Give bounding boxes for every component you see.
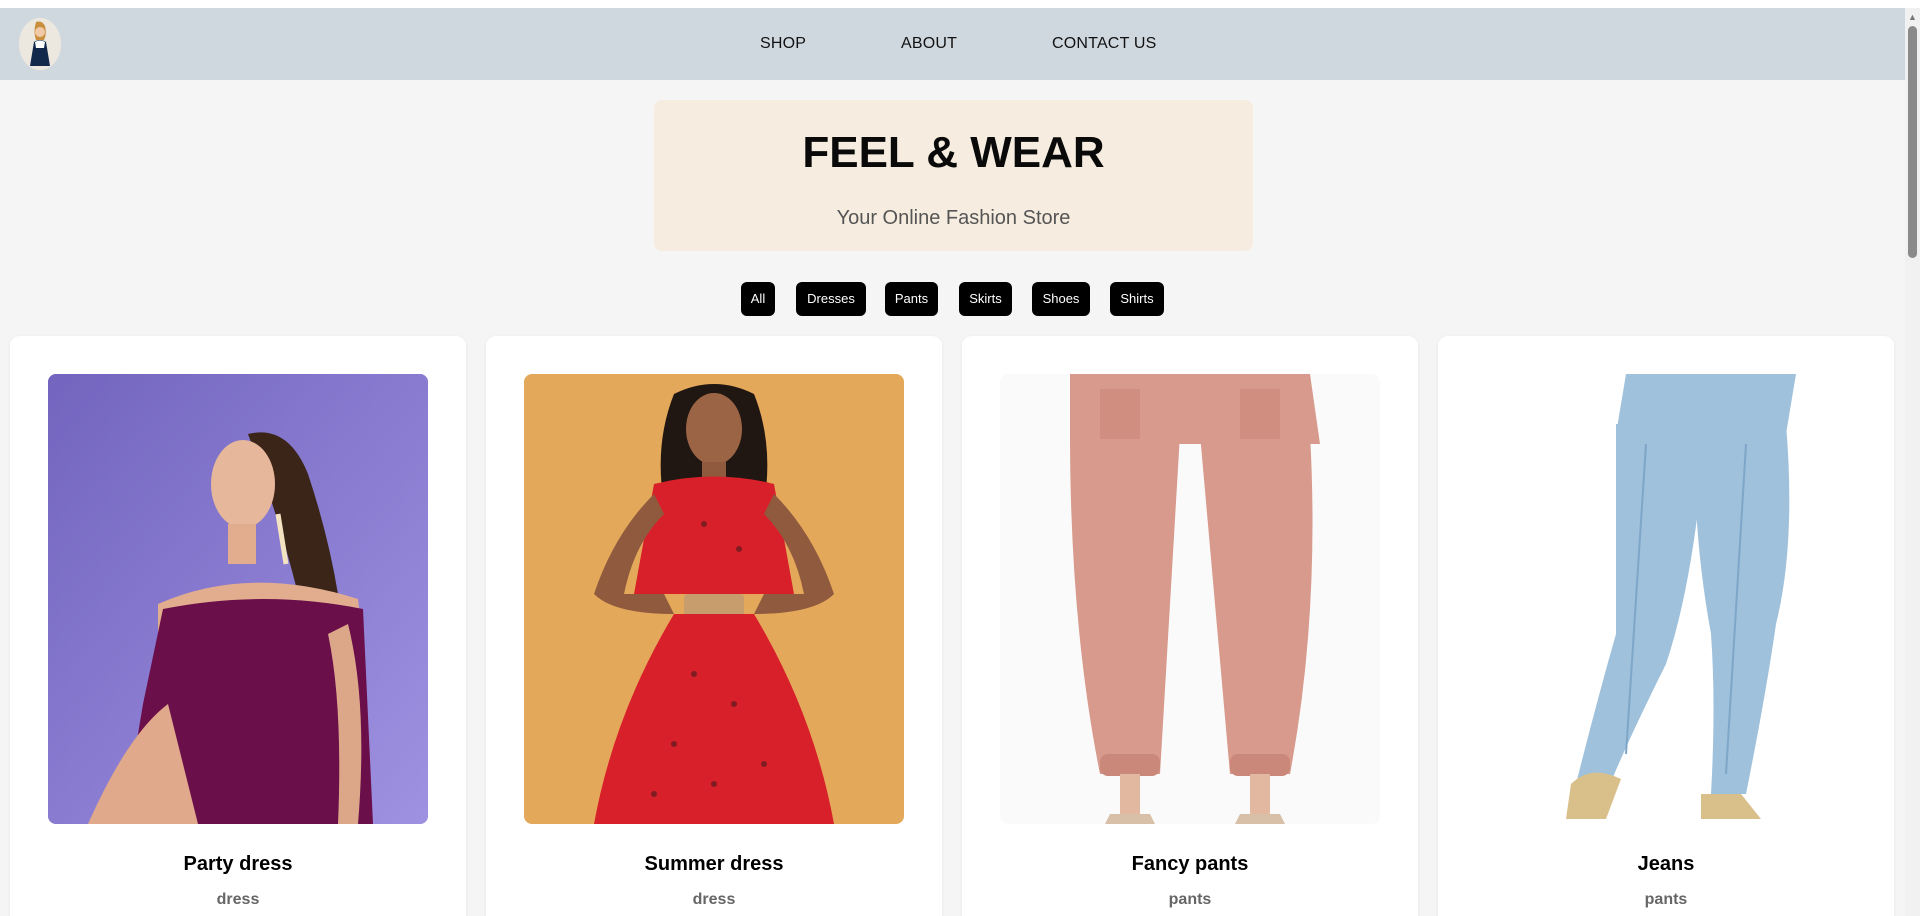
product-name: Fancy pants <box>1131 853 1249 875</box>
product-name: Jeans <box>1637 853 1695 875</box>
product-category: pants <box>1644 891 1688 908</box>
product-image[interactable] <box>1000 374 1380 824</box>
product-card-party-dress[interactable]: Party dress dress <box>10 336 466 916</box>
summer-dress-photo <box>524 374 904 824</box>
product-card-summer-dress[interactable]: Summer dress dress <box>486 336 942 916</box>
hero-title: FEEL & WEAR <box>802 128 1105 177</box>
product-category: dress <box>216 891 260 908</box>
jeans-photo <box>1476 374 1856 824</box>
page-scrollbar[interactable]: ▲ <box>1905 8 1920 916</box>
scroll-thumb[interactable] <box>1908 26 1917 258</box>
nav-link-about[interactable]: ABOUT <box>901 35 957 53</box>
product-card-fancy-pants[interactable]: Fancy pants pants <box>962 336 1418 916</box>
hero-subtitle: Your Online Fashion Store <box>836 207 1071 229</box>
logo-figure-icon <box>19 18 61 70</box>
nav-link-shop[interactable]: SHOP <box>760 35 806 53</box>
product-name: Party dress <box>183 853 293 875</box>
filter-dresses-button[interactable]: Dresses <box>796 282 866 316</box>
nav-link-contact[interactable]: CONTACT US <box>1052 35 1157 53</box>
product-card-jeans[interactable]: Jeans pants <box>1438 336 1894 916</box>
brand-logo[interactable] <box>19 18 61 70</box>
hero-banner: FEEL & WEAR Your Online Fashion Store <box>654 100 1253 251</box>
scroll-up-icon[interactable]: ▲ <box>1905 10 1920 24</box>
browser-top-strip <box>0 0 1920 8</box>
product-image[interactable] <box>1476 374 1856 824</box>
product-image[interactable] <box>48 374 428 824</box>
filter-skirts-button[interactable]: Skirts <box>959 282 1012 316</box>
filter-all-button[interactable]: All <box>741 282 775 316</box>
product-category: pants <box>1168 891 1212 908</box>
filter-shirts-button[interactable]: Shirts <box>1110 282 1164 316</box>
fancy-pants-photo <box>1000 374 1380 824</box>
product-category: dress <box>692 891 736 908</box>
filter-shoes-button[interactable]: Shoes <box>1032 282 1090 316</box>
product-image[interactable] <box>524 374 904 824</box>
filter-pants-button[interactable]: Pants <box>885 282 938 316</box>
product-name: Summer dress <box>644 853 784 875</box>
navbar: SHOP ABOUT CONTACT US <box>0 8 1905 80</box>
party-dress-photo <box>48 374 428 824</box>
